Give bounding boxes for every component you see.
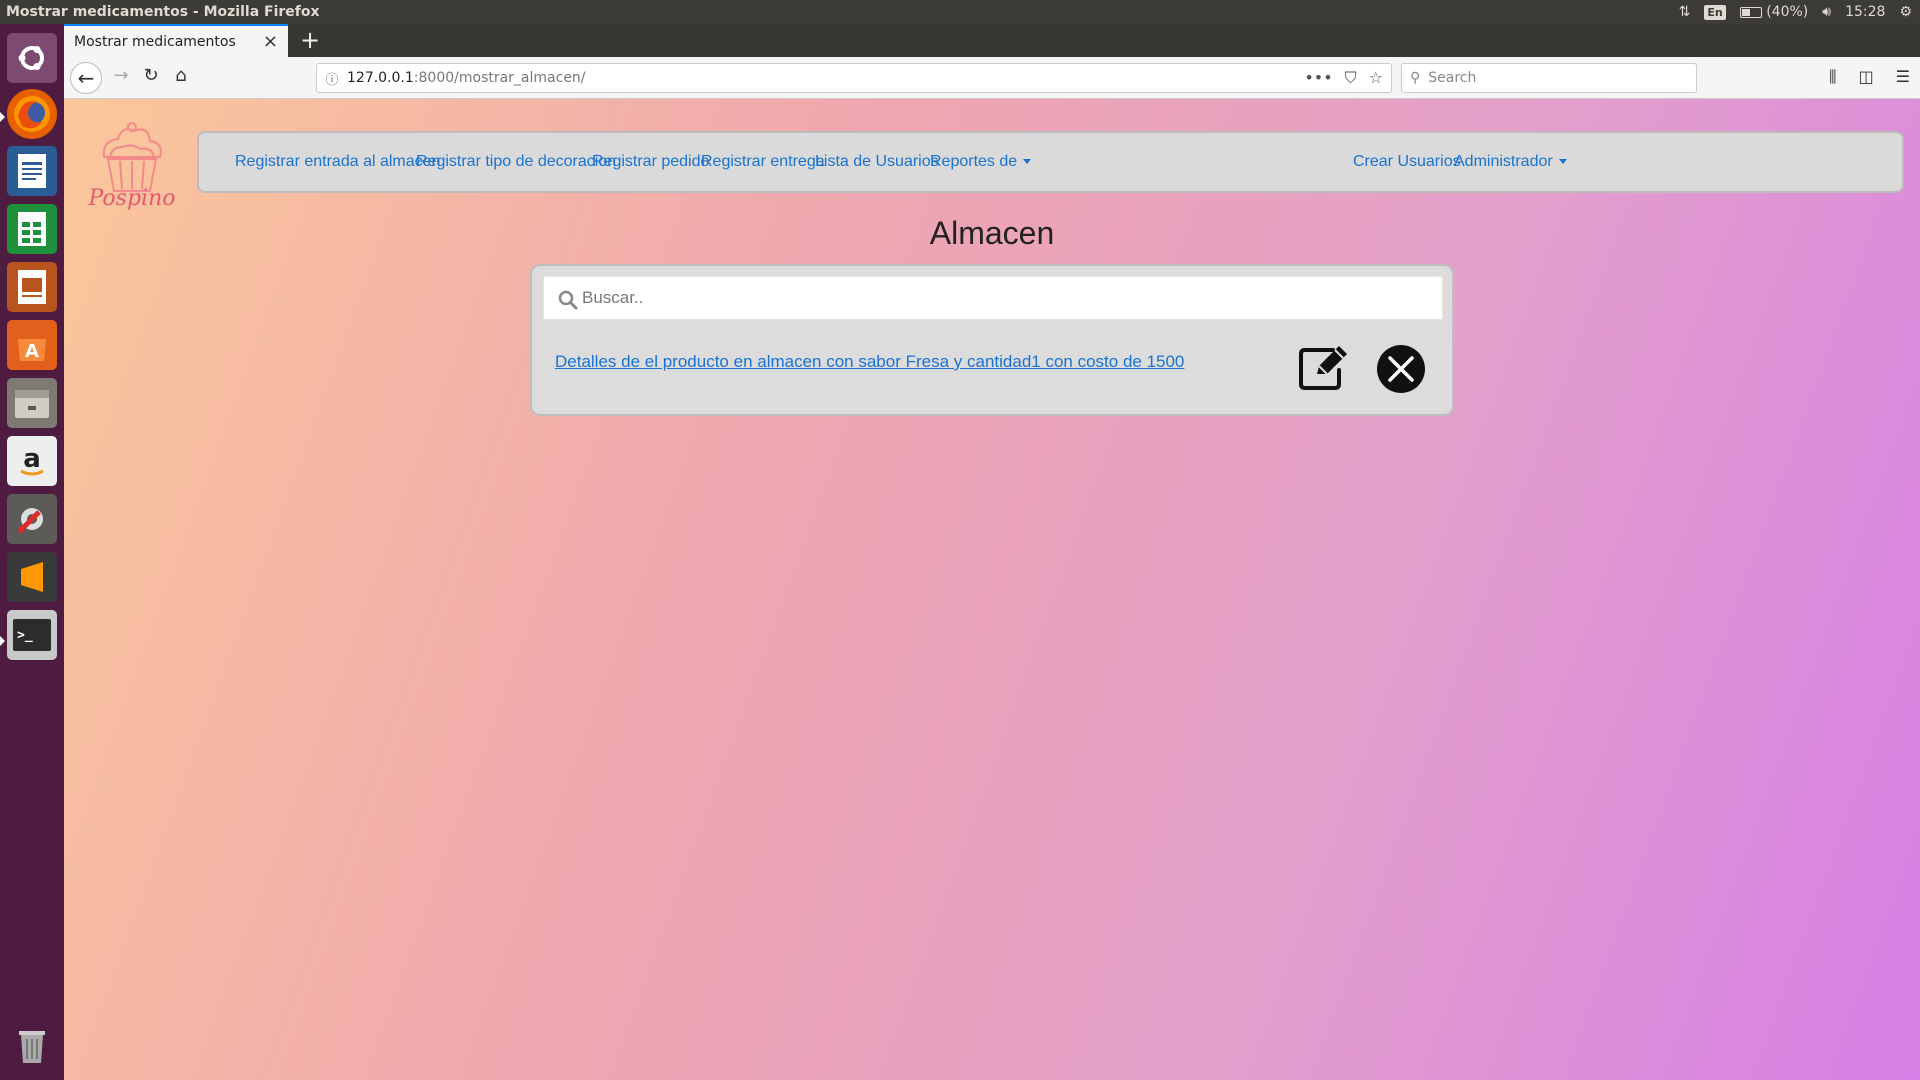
sidebar-toggle-icon[interactable]: ◫ xyxy=(1859,67,1874,87)
url-path: :8000/mostrar_almacen/ xyxy=(413,70,586,86)
battery-percent: (40%) xyxy=(1766,4,1809,20)
search-box xyxy=(543,276,1443,320)
ubuntu-dash-icon[interactable] xyxy=(7,33,57,83)
nav-administrador-dropdown[interactable]: Administrador xyxy=(1454,153,1567,171)
system-tray: ⇅ En (40%) 🔊︎ 15:28 ⚙︎ xyxy=(1679,0,1912,24)
nav-registrar-entrada-almacen[interactable]: Registrar entrada al almacen xyxy=(235,153,440,171)
page-title: Almacen xyxy=(929,215,1055,251)
almacen-card: Detalles de el producto en almacen con s… xyxy=(530,264,1454,416)
nav-registrar-entrega[interactable]: Registrar entrega xyxy=(701,153,825,171)
network-icon[interactable]: ⇅ xyxy=(1679,4,1691,20)
page-actions: ••• ⛉ ☆ xyxy=(1304,68,1383,88)
tab-mostrar-medicamentos[interactable]: Mostrar medicamentos × xyxy=(64,24,288,57)
settings-icon[interactable] xyxy=(7,494,57,544)
search-icon: ⚲ xyxy=(1410,70,1421,86)
site-info-icon[interactable]: ⓘ xyxy=(317,69,347,88)
gear-icon[interactable]: ⚙︎ xyxy=(1899,4,1912,20)
bookmark-star-icon[interactable]: ☆ xyxy=(1369,68,1383,88)
window-title: Mostrar medicamentos - Mozilla Firefox xyxy=(6,4,320,20)
back-button[interactable]: ← xyxy=(70,62,102,94)
delete-icon[interactable] xyxy=(1376,344,1426,394)
dropdown-caret-icon xyxy=(1023,159,1032,165)
active-app-indicator xyxy=(0,112,5,122)
files-icon[interactable] xyxy=(7,378,57,428)
clock[interactable]: 15:28 xyxy=(1845,4,1885,20)
toolbar-right: ⫼ ◫ ☰ xyxy=(1829,67,1910,87)
close-tab-icon[interactable]: × xyxy=(263,31,278,52)
dropdown-caret-icon xyxy=(1558,159,1567,165)
tab-title: Mostrar medicamentos xyxy=(74,33,236,50)
nav-reportes-dropdown[interactable]: Reportes de xyxy=(930,153,1032,171)
system-top-panel: Mostrar medicamentos - Mozilla Firefox ⇅… xyxy=(0,0,1920,24)
volume-icon[interactable]: 🔊︎ xyxy=(1822,4,1831,20)
keyboard-layout-indicator[interactable]: En xyxy=(1704,4,1726,20)
browser-search-box[interactable]: ⚲ Search xyxy=(1401,63,1697,93)
hamburger-menu-icon[interactable]: ☰ xyxy=(1896,67,1910,87)
terminal-icon[interactable]: >_ xyxy=(7,610,57,660)
software-center-icon[interactable]: A xyxy=(7,320,57,370)
main-navbar: Registrar entrada al almacen Registrar t… xyxy=(197,131,1904,193)
battery-indicator[interactable]: (40%) xyxy=(1739,4,1809,20)
browser-search-placeholder: Search xyxy=(1428,70,1477,86)
nav-lista-usuarios[interactable]: Lista de Usuarios xyxy=(815,153,939,171)
active-app-indicator xyxy=(0,636,5,646)
logo-text: Pospino xyxy=(88,186,176,211)
trash-icon[interactable] xyxy=(7,1020,57,1070)
firefox-icon[interactable] xyxy=(7,89,57,139)
svg-text:>_: >_ xyxy=(17,628,33,643)
library-icon[interactable]: ⫼ xyxy=(1829,67,1836,87)
pocket-icon[interactable]: ⛉ xyxy=(1345,68,1357,88)
tab-strip: Mostrar medicamentos × + xyxy=(64,24,1920,57)
svg-text:A: A xyxy=(25,341,39,362)
writer-icon[interactable] xyxy=(7,146,57,196)
home-button[interactable]: ⌂ xyxy=(168,65,194,86)
impress-icon[interactable] xyxy=(7,262,57,312)
unity-launcher: A a >_ xyxy=(0,24,64,1080)
page-viewport: Pospino Registrar entrada al almacen Reg… xyxy=(64,99,1920,1080)
edit-icon[interactable] xyxy=(1297,344,1349,392)
search-icon xyxy=(558,290,578,310)
new-tab-button[interactable]: + xyxy=(300,26,320,54)
forward-button[interactable]: → xyxy=(108,65,134,86)
browser-toolbar: ← → ↻ ⌂ ⓘ 127.0.0.1:8000/mostrar_almacen… xyxy=(64,57,1920,99)
url-bar[interactable]: ⓘ 127.0.0.1:8000/mostrar_almacen/ ••• ⛉ … xyxy=(316,63,1392,93)
nav-registrar-pedido[interactable]: Registrar pedido xyxy=(592,153,709,171)
site-logo[interactable]: Pospino xyxy=(82,117,182,213)
amazon-icon[interactable]: a xyxy=(7,436,57,486)
almacen-item-link[interactable]: Detalles de el producto en almacen con s… xyxy=(555,352,1184,372)
search-input[interactable] xyxy=(582,288,1442,308)
nav-administrador-label: Administrador xyxy=(1454,153,1553,170)
sublime-text-icon[interactable] xyxy=(7,552,57,602)
url-host: 127.0.0.1 xyxy=(347,70,414,86)
nav-reportes-label: Reportes de xyxy=(930,153,1018,170)
page-actions-menu-icon[interactable]: ••• xyxy=(1304,68,1332,88)
svg-text:a: a xyxy=(23,444,41,474)
reload-button[interactable]: ↻ xyxy=(138,65,164,86)
nav-registrar-tipo-decoracion[interactable]: Registrar tipo de decoracion xyxy=(416,153,616,171)
nav-crear-usuarios[interactable]: Crear Usuarios xyxy=(1353,153,1461,171)
calc-icon[interactable] xyxy=(7,204,57,254)
battery-icon xyxy=(1739,6,1762,18)
